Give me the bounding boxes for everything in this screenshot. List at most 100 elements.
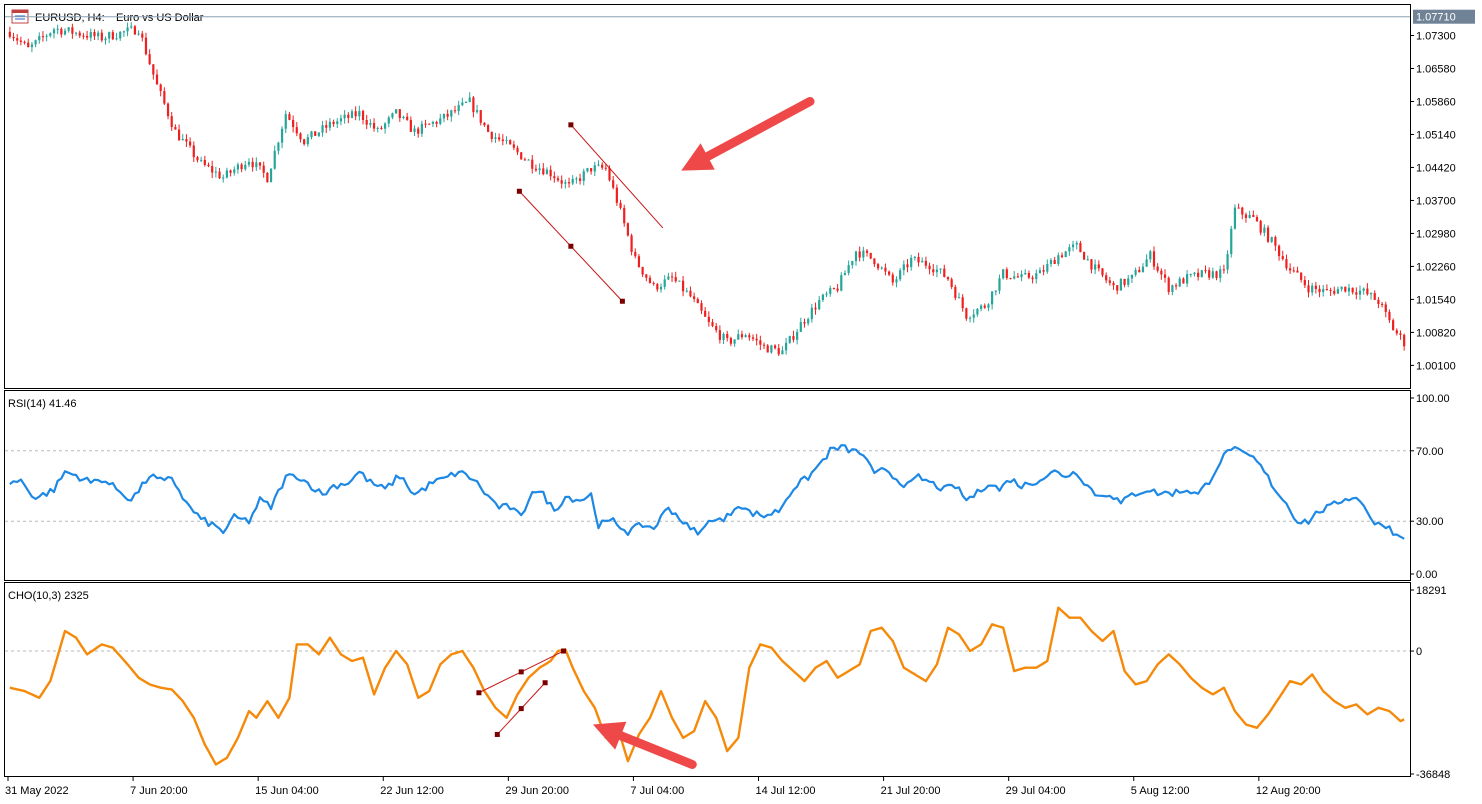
candle xyxy=(1281,250,1284,261)
candle xyxy=(1369,292,1373,300)
cho-pane[interactable] xyxy=(4,582,1411,777)
candle xyxy=(288,111,291,121)
candle xyxy=(1307,280,1310,298)
candle xyxy=(917,252,920,267)
candle xyxy=(803,318,806,328)
candle xyxy=(479,109,482,126)
time-tick-label: 21 Jul 20:00 xyxy=(881,785,941,797)
candle xyxy=(166,102,170,120)
candle xyxy=(564,179,567,189)
candle xyxy=(542,162,545,176)
candle xyxy=(1167,276,1170,295)
candle xyxy=(1035,269,1038,284)
candle xyxy=(1189,273,1192,278)
annotation-arrows xyxy=(592,96,815,769)
price-channel-annotation[interactable] xyxy=(516,122,664,304)
price-pane[interactable] xyxy=(4,4,1411,389)
candle xyxy=(1340,286,1343,292)
channel-handle[interactable] xyxy=(568,243,574,249)
candle xyxy=(593,161,596,177)
chart-canvas[interactable]: EURUSD, H4: Euro vs US Dollar RSI(14) 41… xyxy=(0,0,1482,804)
candle xyxy=(957,292,961,299)
rsi-tick-label: 30.00 xyxy=(1416,516,1444,528)
candle xyxy=(126,22,129,37)
candle xyxy=(218,168,221,180)
candle xyxy=(1193,271,1196,277)
candle xyxy=(229,169,232,177)
candle xyxy=(1145,254,1148,267)
channel-handle[interactable] xyxy=(494,731,500,737)
candle xyxy=(472,95,475,118)
channel-handle[interactable] xyxy=(476,690,482,696)
candle xyxy=(829,285,832,297)
candle xyxy=(748,332,751,341)
cho-line-layer xyxy=(9,606,1405,766)
rsi-level-lines xyxy=(5,450,1410,522)
candle xyxy=(486,123,490,133)
time-tick-label: 29 Jul 04:00 xyxy=(1006,785,1066,797)
candle xyxy=(1336,286,1340,294)
candle xyxy=(913,255,916,261)
candle xyxy=(369,119,372,128)
channel-handle[interactable] xyxy=(542,680,548,686)
channel-handle[interactable] xyxy=(568,122,574,128)
candle xyxy=(626,222,630,237)
candle xyxy=(155,69,159,85)
channel-handle[interactable] xyxy=(516,188,522,194)
cho-channel-annotation[interactable] xyxy=(476,648,567,737)
candle xyxy=(457,100,460,116)
candle xyxy=(571,175,574,186)
candle xyxy=(740,330,744,340)
channel-handle[interactable] xyxy=(518,669,524,675)
candle xyxy=(527,158,530,161)
candle xyxy=(89,28,92,42)
rsi-pane[interactable] xyxy=(4,390,1411,581)
candle xyxy=(325,120,328,134)
channel-handle[interactable] xyxy=(561,648,567,654)
candle xyxy=(490,131,493,143)
candle xyxy=(406,112,409,121)
candle xyxy=(1042,264,1045,276)
candle xyxy=(409,116,412,132)
candle xyxy=(1314,281,1317,294)
candle xyxy=(431,120,435,128)
candle xyxy=(383,122,387,134)
candle xyxy=(784,337,788,355)
candle xyxy=(1005,267,1008,280)
channel-handle[interactable] xyxy=(619,298,625,304)
candle xyxy=(501,134,504,146)
price-tick-label: 1.02260 xyxy=(1416,261,1456,273)
candle xyxy=(751,334,755,342)
candle xyxy=(939,268,942,274)
candle xyxy=(189,137,192,148)
candle xyxy=(328,118,332,131)
candle xyxy=(755,333,758,346)
candle xyxy=(450,109,453,122)
candle xyxy=(1127,275,1130,288)
candle xyxy=(722,332,725,345)
candle xyxy=(1380,301,1384,308)
candle xyxy=(545,167,549,175)
candle xyxy=(1016,272,1019,278)
candle xyxy=(395,109,398,114)
cho-tick-label: 0 xyxy=(1416,646,1422,658)
candle xyxy=(255,157,258,171)
candle xyxy=(280,126,284,149)
candle xyxy=(902,260,905,276)
cho-tick-label: 18291 xyxy=(1416,585,1447,597)
candle xyxy=(93,29,96,40)
candle xyxy=(1230,225,1233,258)
candle xyxy=(299,132,302,143)
candle xyxy=(38,32,41,44)
candle xyxy=(1329,287,1332,296)
candle xyxy=(1266,225,1270,243)
channel-handle[interactable] xyxy=(518,706,524,712)
candle xyxy=(74,31,78,36)
candle xyxy=(339,114,343,126)
candle xyxy=(1392,318,1395,331)
candle xyxy=(1082,251,1086,260)
candle xyxy=(567,177,571,188)
candle xyxy=(1270,236,1273,244)
candle xyxy=(1119,277,1122,291)
candle xyxy=(380,125,383,130)
